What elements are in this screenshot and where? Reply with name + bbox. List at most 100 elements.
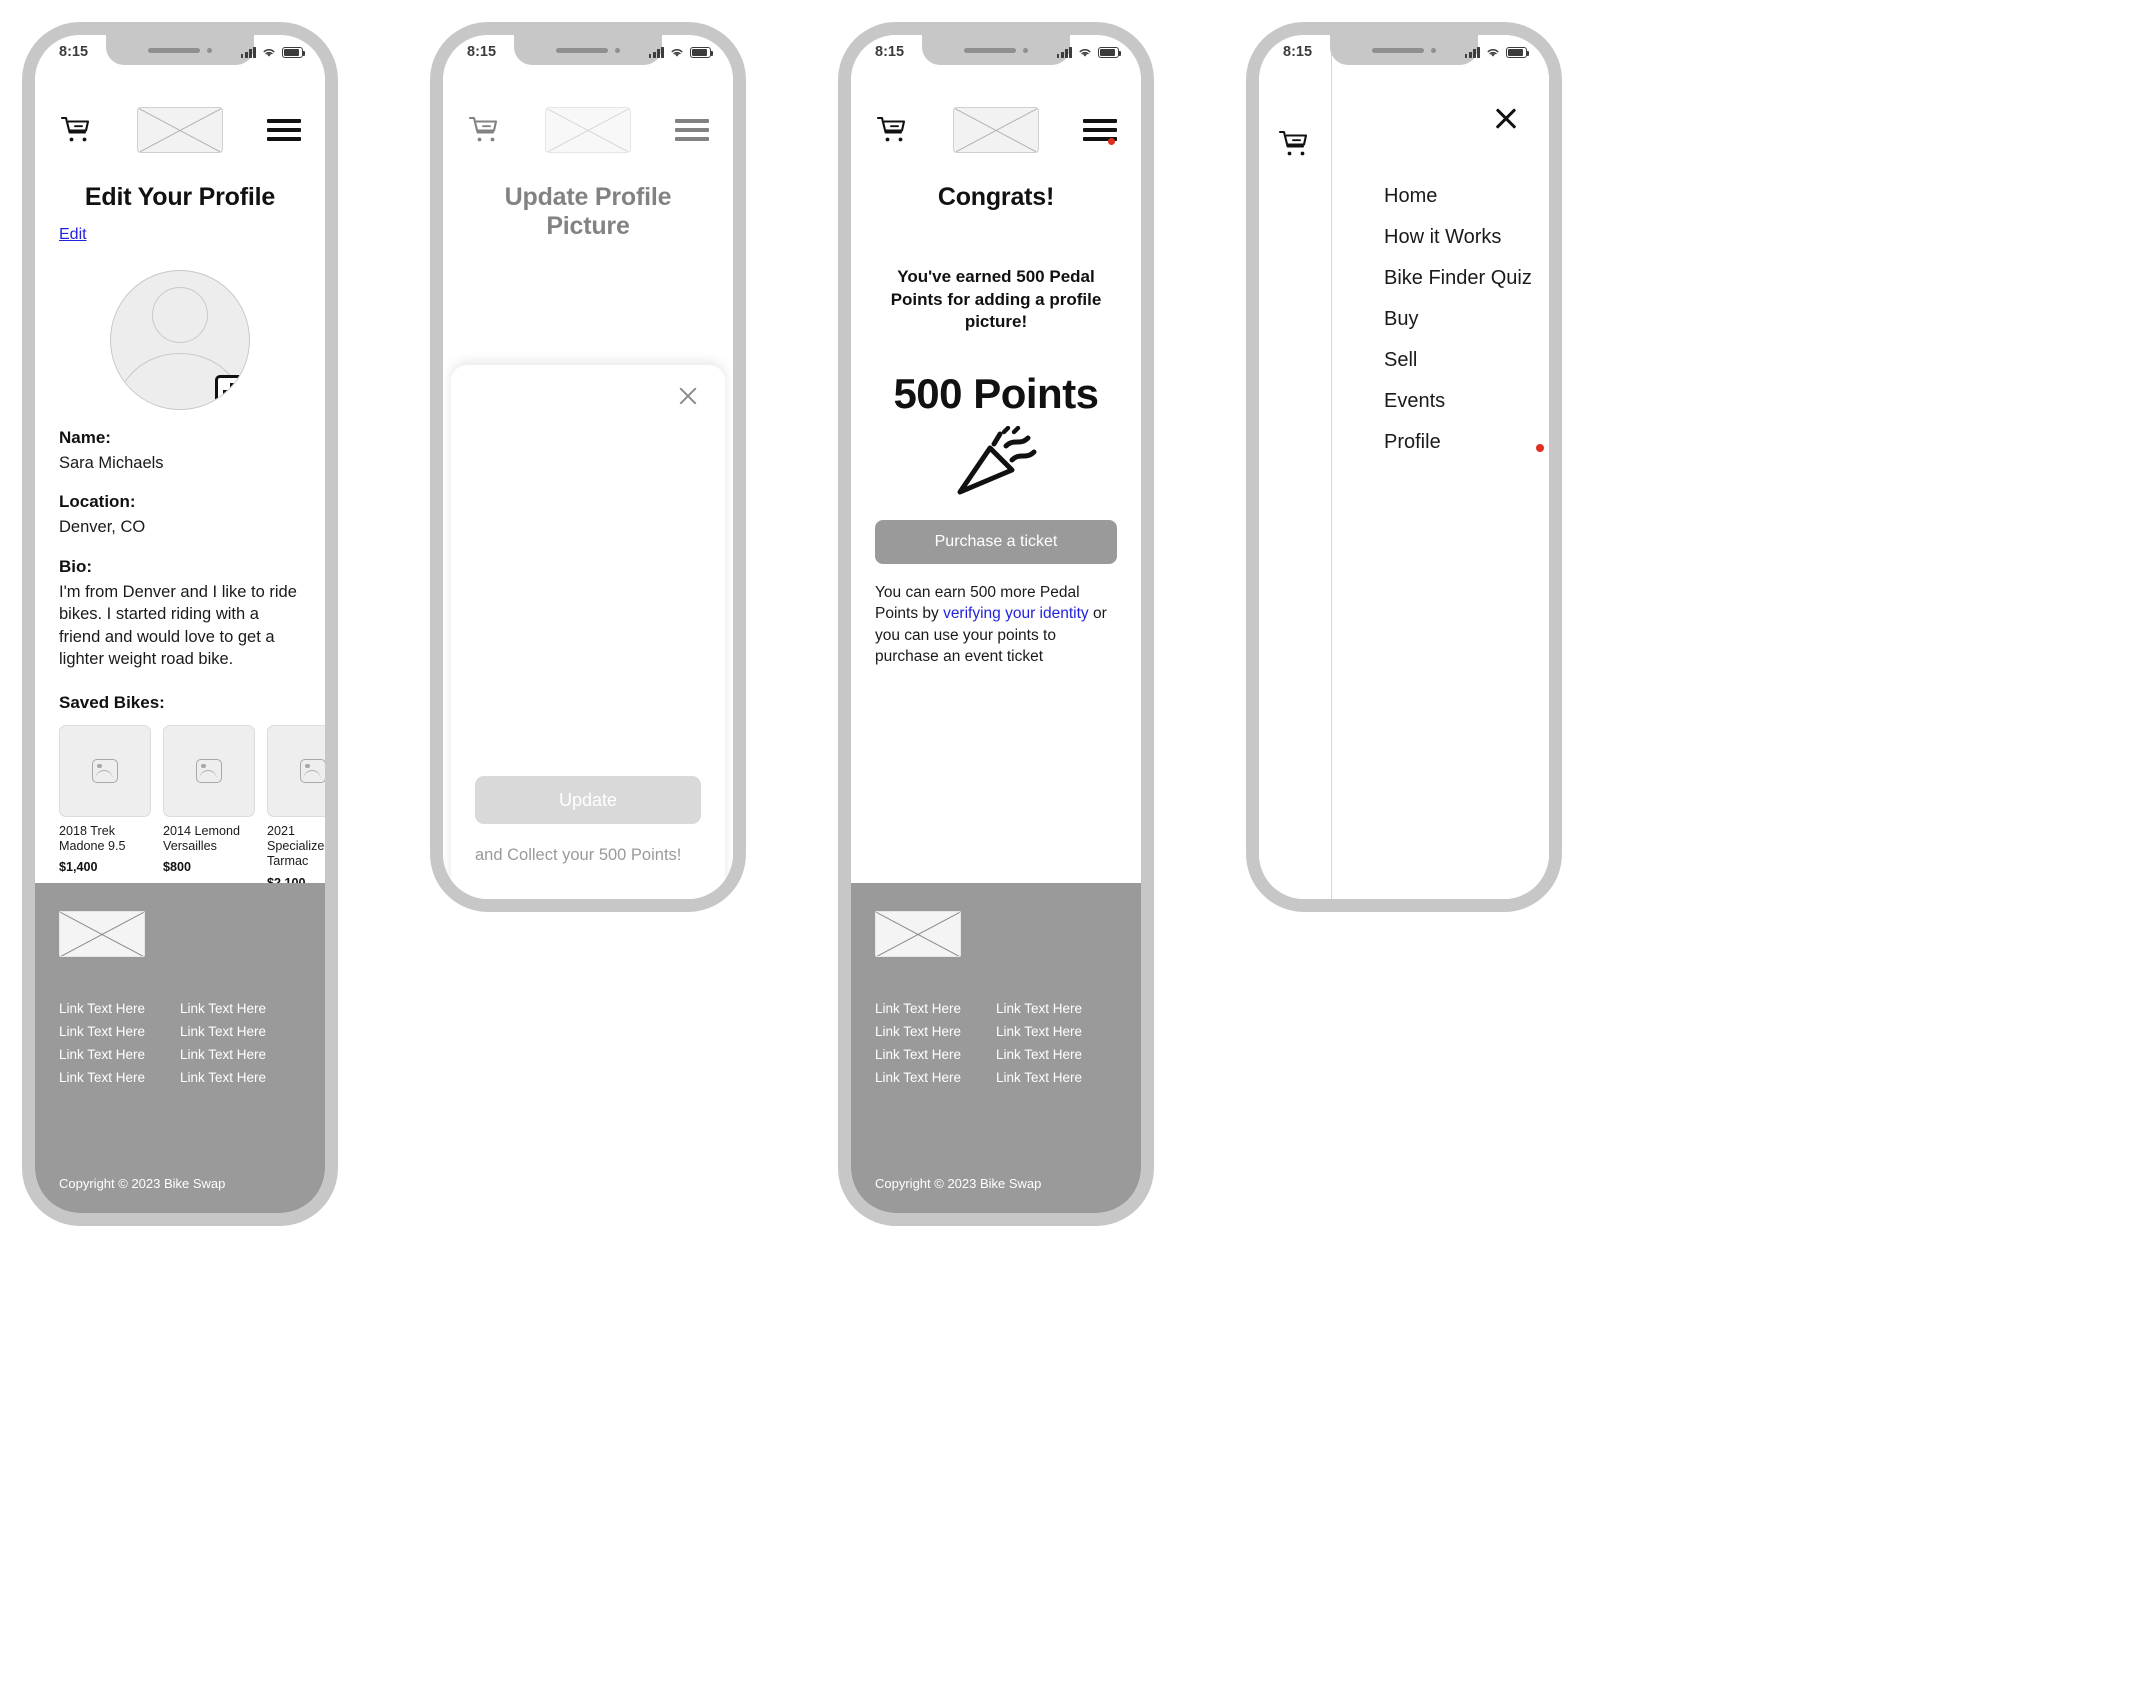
footer-link[interactable]: Link Text Here xyxy=(180,1024,301,1039)
footer-link[interactable]: Link Text Here xyxy=(875,1001,996,1016)
phone-screen-congrats: 8:15 Congrats! You've earned 500 Pedal P… xyxy=(838,22,1154,1226)
update-picture-modal: Update and Collect your 500 Points! xyxy=(451,365,725,899)
field-bio-label: Bio: xyxy=(59,556,93,576)
party-popper-icon xyxy=(875,425,1117,498)
bike-thumbnail xyxy=(163,724,255,817)
collect-points-text: and Collect your 500 Points! xyxy=(475,846,682,864)
avatar xyxy=(110,270,250,410)
nav-item-sell[interactable]: Sell xyxy=(1384,349,1532,372)
footer-link[interactable]: Link Text Here xyxy=(996,1024,1117,1039)
status-indicators xyxy=(240,46,306,58)
hamburger-menu-icon[interactable] xyxy=(267,119,301,141)
page-title: Congrats! xyxy=(937,183,1055,211)
avatar-head xyxy=(152,287,208,343)
footer-link[interactable]: Link Text Here xyxy=(996,1047,1117,1062)
shopping-cart-icon[interactable] xyxy=(59,113,93,147)
app-header xyxy=(35,69,325,159)
bike-price: $800 xyxy=(163,860,192,875)
hamburger-menu-icon[interactable] xyxy=(1083,119,1117,145)
footer-link-column-left: Link Text Here Link Text Here Link Text … xyxy=(59,1001,180,1093)
signal-icon xyxy=(1464,46,1480,58)
verify-identity-link[interactable]: verifying your identity xyxy=(943,605,1089,622)
logo-placeholder xyxy=(137,107,223,153)
bike-name: 2021 Specialized Tarmac xyxy=(267,823,325,869)
add-photo-plus-icon[interactable] xyxy=(215,375,249,409)
battery-icon xyxy=(1506,47,1530,58)
edit-profile-link[interactable]: Edit xyxy=(59,226,87,244)
footer-link[interactable]: Link Text Here xyxy=(875,1047,996,1062)
footer: Link Text Here Link Text Here Link Text … xyxy=(851,883,1141,1213)
footer-link[interactable]: Link Text Here xyxy=(996,1070,1117,1085)
update-button[interactable]: Update xyxy=(475,776,701,824)
field-name: Name: Sara Michaels xyxy=(59,428,301,474)
signal-icon xyxy=(240,46,256,58)
field-name-label: Name: xyxy=(59,428,111,447)
footer-link-column-right: Link Text Here Link Text Here Link Text … xyxy=(180,1001,301,1093)
hamburger-menu-icon[interactable] xyxy=(675,119,709,141)
phone-screen-edit-profile: 8:15 Edit Your Profile Edit Name: Sara M… xyxy=(22,22,338,1226)
status-indicators xyxy=(648,46,714,58)
list-item[interactable]: 2021 Specialized Tarmac $2,100 xyxy=(267,724,325,883)
bike-thumbnail xyxy=(267,724,325,817)
field-name-value: Sara Michaels xyxy=(59,454,164,472)
shopping-cart-icon[interactable] xyxy=(875,113,909,147)
shopping-cart-icon[interactable] xyxy=(467,113,501,147)
nav-item-events[interactable]: Events xyxy=(1384,390,1532,413)
nav-item-bike-finder-quiz[interactable]: Bike Finder Quiz xyxy=(1384,267,1532,290)
field-location: Location: Denver, CO xyxy=(59,492,301,538)
status-time: 8:15 xyxy=(1283,44,1313,60)
nav-item-buy[interactable]: Buy xyxy=(1384,308,1532,331)
signal-icon xyxy=(648,46,664,58)
wifi-icon xyxy=(1079,49,1091,57)
image-placeholder-icon xyxy=(300,758,325,783)
image-placeholder-icon xyxy=(92,758,118,783)
list-item[interactable]: 2018 Trek Madone 9.5 $1,400 xyxy=(59,724,151,883)
shopping-cart-icon[interactable] xyxy=(1277,127,1311,161)
saved-bikes-row: 2018 Trek Madone 9.5 $1,400 2014 Lemond … xyxy=(59,724,325,883)
footer-link[interactable]: Link Text Here xyxy=(180,1047,301,1062)
footer-link[interactable]: Link Text Here xyxy=(59,1024,180,1039)
earn-more-text: You can earn 500 more Pedal Points by ve… xyxy=(875,582,1117,668)
footer-link[interactable]: Link Text Here xyxy=(180,1070,301,1085)
nav-item-how-it-works[interactable]: How it Works xyxy=(1384,226,1532,249)
status-indicators xyxy=(1056,46,1122,58)
copyright-text: Copyright © 2023 Bike Swap xyxy=(875,1176,1042,1191)
status-bar: 8:15 xyxy=(851,35,1141,69)
list-item[interactable]: 2014 Lemond Versailles $800 xyxy=(163,724,255,883)
bike-name: 2014 Lemond Versailles xyxy=(163,823,241,853)
footer-link-column-left: Link Text Here Link Text Here Link Text … xyxy=(875,1001,996,1093)
congrats-subtitle: You've earned 500 Pedal Points for addin… xyxy=(890,267,1102,332)
footer-link[interactable]: Link Text Here xyxy=(59,1070,180,1085)
wifi-icon xyxy=(671,49,683,57)
signal-icon xyxy=(1056,46,1072,58)
app-header xyxy=(443,69,733,159)
close-icon[interactable] xyxy=(1493,105,1519,131)
footer-link[interactable]: Link Text Here xyxy=(875,1070,996,1085)
status-indicators xyxy=(1464,46,1530,58)
close-icon[interactable] xyxy=(677,385,699,407)
footer-link-column-right: Link Text Here Link Text Here Link Text … xyxy=(996,1001,1117,1093)
field-bio-value: I'm from Denver and I like to ride bikes… xyxy=(59,582,297,669)
app-header xyxy=(851,69,1141,159)
modal-footer: Update and Collect your 500 Points! xyxy=(451,776,725,899)
footer: Link Text Here Link Text Here Link Text … xyxy=(35,883,325,1213)
footer-link[interactable]: Link Text Here xyxy=(59,1047,180,1062)
nav-item-profile[interactable]: Profile xyxy=(1384,431,1544,454)
status-bar: 8:15 xyxy=(443,35,733,69)
logo-placeholder xyxy=(953,107,1039,153)
drawer-nav-list: Home How it Works Bike Finder Quiz Buy S… xyxy=(1384,185,1544,472)
footer-link[interactable]: Link Text Here xyxy=(180,1001,301,1016)
footer-link[interactable]: Link Text Here xyxy=(996,1001,1117,1016)
profile-body: Edit Your Profile Edit Name: Sara Michae… xyxy=(35,159,325,883)
copyright-text: Copyright © 2023 Bike Swap xyxy=(59,1176,226,1191)
points-earned: 500 Points xyxy=(893,369,1099,417)
footer-link[interactable]: Link Text Here xyxy=(59,1001,180,1016)
field-location-value: Denver, CO xyxy=(59,518,146,537)
purchase-ticket-button[interactable]: Purchase a ticket xyxy=(875,519,1117,564)
status-time: 8:15 xyxy=(875,44,905,60)
logo-placeholder xyxy=(545,107,631,153)
nav-item-home[interactable]: Home xyxy=(1384,185,1532,208)
battery-icon xyxy=(1098,47,1122,58)
avatar-container xyxy=(59,270,301,410)
footer-link[interactable]: Link Text Here xyxy=(875,1024,996,1039)
